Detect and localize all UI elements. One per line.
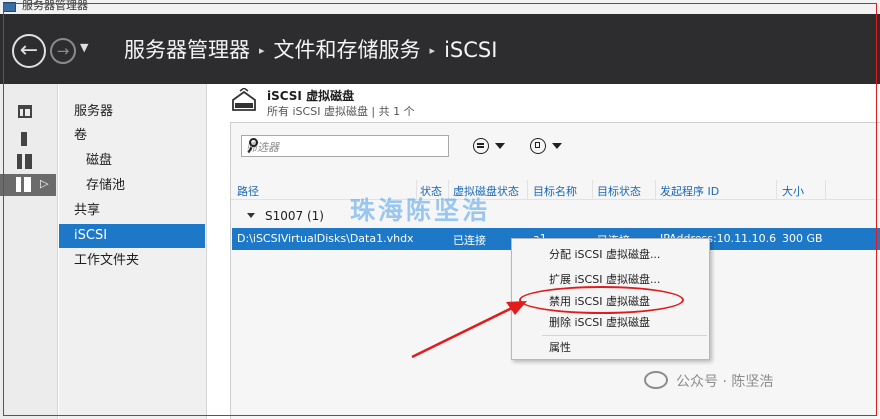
annotation-arrow [411, 301, 527, 359]
wechat-icon [644, 371, 668, 389]
wechat-watermark-text: 公众号 · 陈坚浩 [676, 374, 774, 390]
wechat-watermark: 公众号 · 陈坚浩 [644, 371, 773, 391]
